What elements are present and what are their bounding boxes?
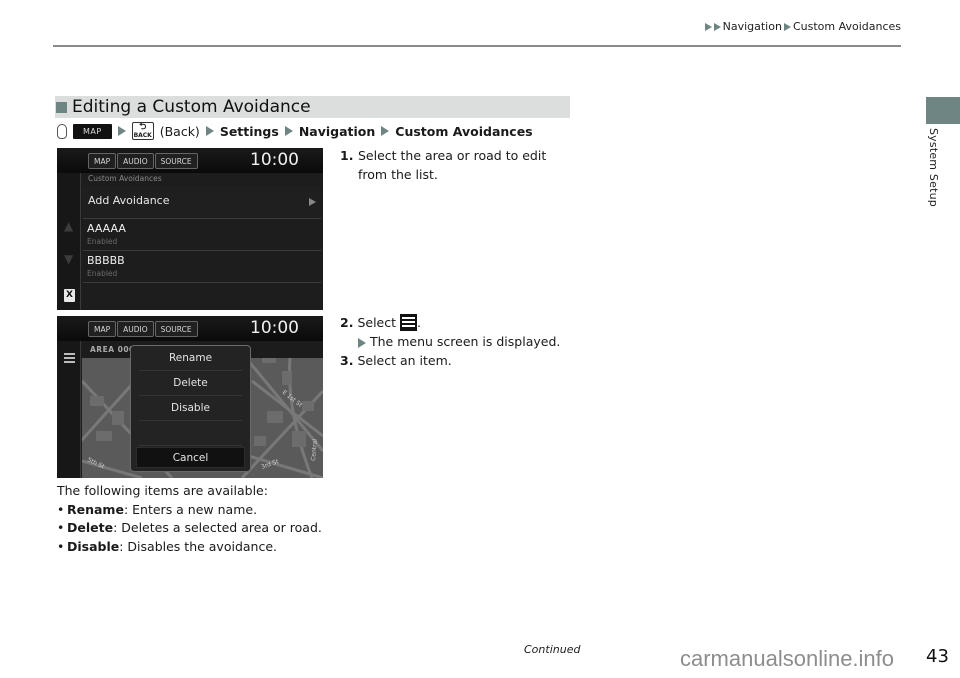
- source-button[interactable]: SOURCE: [154, 321, 198, 337]
- scroll-up-icon[interactable]: ▲: [64, 220, 74, 232]
- operation-path: MAP ⮌ BACK (Back) Settings Navigation Cus…: [57, 122, 533, 140]
- chapter-label: System Setup: [927, 128, 940, 207]
- square-bullet-icon: [56, 101, 67, 113]
- arrow-icon: [205, 126, 214, 136]
- list-item: Disable: Disables the avoidance.: [57, 538, 322, 557]
- add-avoidance-label: Add Avoidance: [88, 194, 170, 207]
- step-2-3: 2. Select . The menu screen is displayed…: [340, 314, 561, 368]
- list-item: Delete: Deletes a selected area or road.: [57, 519, 322, 538]
- path-navigation: Navigation: [298, 123, 376, 139]
- header-divider: [53, 45, 901, 47]
- page-number: 43: [926, 646, 949, 667]
- menu-delete[interactable]: Delete: [139, 371, 242, 396]
- map-button[interactable]: MAP: [88, 321, 117, 337]
- back-label: (Back): [159, 123, 200, 139]
- area-label: AREA 000: [90, 345, 135, 354]
- step-text: Select the area or road to edit from the…: [358, 148, 547, 182]
- list-item[interactable]: AAAAA Enabled: [83, 219, 321, 251]
- screen-subtitle: Custom Avoidances: [88, 174, 162, 183]
- arrow-icon: [713, 22, 721, 31]
- delete-trash-icon[interactable]: X: [64, 289, 75, 302]
- step-result: The menu screen is displayed.: [369, 334, 561, 349]
- step-number: 1.: [340, 148, 354, 163]
- chapter-tab: [926, 97, 960, 124]
- svg-text:5th St: 5th St: [86, 456, 106, 470]
- step-text: Select an item.: [357, 353, 452, 368]
- step-number: 2.: [340, 315, 354, 330]
- available-intro: The following items are available:: [57, 483, 268, 498]
- continued-label: Continued: [524, 643, 581, 656]
- scroll-down-icon[interactable]: ▼: [64, 253, 74, 265]
- arrow-icon: [284, 126, 293, 136]
- audio-button[interactable]: AUDIO: [117, 153, 154, 169]
- breadcrumb-custom-avoidances[interactable]: Custom Avoidances: [793, 20, 901, 33]
- item-name: BBBBB: [87, 254, 125, 267]
- chevron-right-icon: [309, 198, 316, 206]
- back-icon: ⮌ BACK: [131, 122, 154, 140]
- screen-top-bar: MAP AUDIO SOURCE 10:00: [57, 148, 323, 173]
- clock: 10:00: [250, 150, 299, 170]
- list-item: Rename: Enters a new name.: [57, 501, 322, 520]
- map-button-icon: MAP: [73, 123, 112, 139]
- svg-text:Central: Central: [310, 438, 319, 461]
- arrow-icon: [704, 22, 712, 31]
- source-button[interactable]: SOURCE: [154, 153, 198, 169]
- watermark: carmanualsonline.info: [680, 646, 895, 671]
- screenshot-avoidance-list: MAP AUDIO SOURCE 10:00 ▲ ▼ X Custom Avoi…: [57, 148, 323, 310]
- arrow-icon: [117, 126, 126, 136]
- section-title: Editing a Custom Avoidance: [72, 97, 311, 117]
- clock: 10:00: [250, 318, 299, 338]
- available-items: The following items are available: Renam…: [57, 482, 322, 556]
- path-settings: Settings: [219, 123, 279, 139]
- screen-top-bar: MAP AUDIO SOURCE 10:00: [57, 316, 323, 341]
- path-custom-avoidances: Custom Avoidances: [395, 123, 533, 139]
- arrow-icon: [381, 126, 390, 136]
- menu-icon[interactable]: [64, 353, 75, 365]
- menu-rename[interactable]: Rename: [139, 346, 242, 371]
- menu-empty-slot: [139, 421, 242, 446]
- menu-icon: [399, 314, 417, 331]
- header-breadcrumb: Navigation Custom Avoidances: [704, 20, 901, 33]
- item-name: AAAAA: [87, 222, 126, 235]
- list-item[interactable]: BBBBB Enabled: [83, 251, 321, 283]
- menu-disable[interactable]: Disable: [139, 396, 242, 421]
- cancel-button[interactable]: Cancel: [136, 447, 245, 468]
- breadcrumb-navigation[interactable]: Navigation: [723, 20, 782, 33]
- step-number: 3.: [340, 353, 354, 368]
- step-text: Select: [357, 315, 396, 330]
- screenshot-menu: E 1st St 3rd St 5th St Central MAP AUDIO…: [57, 316, 323, 478]
- item-status: Enabled: [87, 269, 118, 278]
- touch-icon: [57, 123, 67, 139]
- result-arrow-icon: [358, 337, 366, 348]
- item-status: Enabled: [87, 237, 118, 246]
- menu-popup: Rename Delete Disable Cancel: [130, 345, 251, 472]
- map-button[interactable]: MAP: [88, 153, 117, 169]
- add-avoidance-row[interactable]: Add Avoidance: [83, 186, 321, 219]
- section-heading: Editing a Custom Avoidance: [55, 96, 570, 118]
- step-1: 1. Select the area or road to edit from …: [340, 146, 560, 184]
- audio-button[interactable]: AUDIO: [117, 321, 154, 337]
- arrow-icon: [783, 22, 791, 31]
